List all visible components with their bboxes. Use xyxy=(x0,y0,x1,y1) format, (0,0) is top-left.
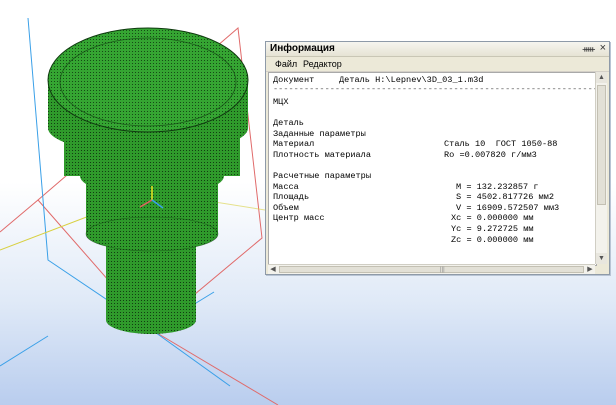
zc-value: Zc = 0.000000 мм xyxy=(451,234,534,245)
mass-value: M = 132.232857 г xyxy=(456,181,539,192)
pin-icon[interactable]: ᚔ xyxy=(583,43,595,55)
area-label: Площадь xyxy=(273,192,310,203)
menu-file[interactable]: Файл xyxy=(275,57,297,71)
center-label: Центр масс xyxy=(273,213,325,224)
horizontal-scroll-thumb[interactable]: ||| xyxy=(279,266,584,273)
vertical-scrollbar[interactable]: ▲ ▼ xyxy=(595,72,607,264)
scroll-right-icon[interactable]: ▶ xyxy=(585,265,595,274)
menu-edit[interactable]: Редактор xyxy=(303,57,342,71)
scroll-up-icon[interactable]: ▲ xyxy=(596,72,607,83)
material-label: Материал xyxy=(273,139,315,150)
volume-label: Объем xyxy=(273,202,299,213)
part-heading: Деталь xyxy=(273,118,304,128)
material-value: Сталь 10 ГОСТ 1050-88 xyxy=(444,139,558,150)
info-window[interactable]: Информация ᚔ × Файл Редактор Документ Де… xyxy=(265,41,610,275)
window-title: Информация xyxy=(270,43,335,54)
scroll-down-icon[interactable]: ▼ xyxy=(596,253,607,264)
horizontal-scrollbar[interactable]: ◀ ||| ▶ xyxy=(268,264,595,274)
calc-heading: Расчетные параметры xyxy=(273,171,371,181)
scroll-left-icon[interactable]: ◀ xyxy=(268,265,278,274)
close-icon[interactable]: × xyxy=(600,42,606,55)
separator-line: ----------------------------------------… xyxy=(273,84,597,94)
density-value: Ro =0.007820 г/мм3 xyxy=(444,149,537,160)
area-value: S = 4502.817726 мм2 xyxy=(456,192,554,203)
vertical-scroll-thumb[interactable] xyxy=(597,85,606,205)
part-model[interactable] xyxy=(47,27,249,334)
yc-value: Yc = 9.272725 мм xyxy=(451,224,534,234)
density-label: Плотность материала xyxy=(273,149,371,160)
info-text-area[interactable]: Документ Деталь H:\Lepnev\3D_03_1.m3d --… xyxy=(268,72,597,266)
menu-bar: Файл Редактор xyxy=(266,57,609,72)
section-mch: МЦХ xyxy=(273,97,289,107)
title-bar[interactable]: Информация ᚔ × xyxy=(266,42,609,57)
scroll-grip-icon: ||| xyxy=(440,267,445,273)
mass-label: Масса xyxy=(273,181,299,192)
given-params-heading: Заданные параметры xyxy=(273,128,366,139)
volume-value: V = 16909.572507 мм3 xyxy=(456,202,560,213)
xc-value: Xc = 0.000000 мм xyxy=(451,213,534,224)
